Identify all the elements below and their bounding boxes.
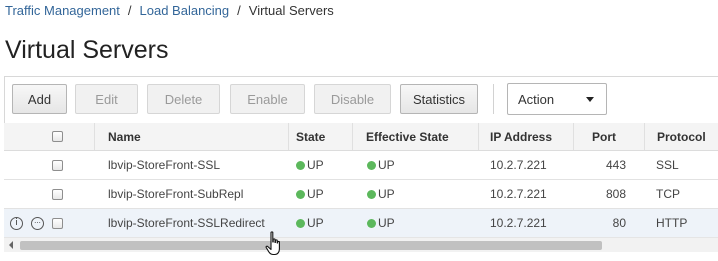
row-select-cell <box>52 180 63 208</box>
status-up-icon <box>296 189 305 199</box>
horizontal-scrollbar[interactable] <box>4 237 718 252</box>
column-separator <box>288 123 289 150</box>
row-ip-address: 10.2.7.221 <box>490 216 547 230</box>
scroll-left-arrow-icon[interactable] <box>9 241 13 249</box>
row-checkbox[interactable] <box>52 159 63 171</box>
column-header-protocol[interactable]: Protocol <box>657 123 706 150</box>
row-ip-address: 10.2.7.221 <box>490 187 547 201</box>
row-state-label: UP <box>307 187 324 201</box>
row-state-label: UP <box>307 158 324 172</box>
row-port: 443 <box>605 158 626 172</box>
status-up-icon <box>296 218 305 228</box>
column-header-effective-state[interactable]: Effective State <box>366 123 449 150</box>
column-separator <box>478 123 479 150</box>
row-protocol: TCP <box>656 187 680 201</box>
hand-pointer-cursor-icon <box>265 231 280 256</box>
row-port: 80 <box>612 216 626 230</box>
table-row[interactable]: lbvip-StoreFront-SSL UP UP 10.2.7.221 44… <box>4 151 718 180</box>
row-effective-state-label: UP <box>378 158 395 172</box>
select-all-cell <box>52 123 63 150</box>
column-separator <box>352 123 353 150</box>
virtual-servers-table: Name State Effective State IP Address Po… <box>4 123 718 238</box>
toolbar: Add Edit Delete Enable Disable Statistic… <box>4 76 718 125</box>
disable-button[interactable]: Disable <box>314 84 391 114</box>
status-up-icon <box>367 189 376 199</box>
row-checkbox[interactable] <box>52 188 63 200</box>
row-effective-state-label: UP <box>378 216 395 230</box>
row-state: UP <box>296 151 324 179</box>
column-separator <box>573 123 574 150</box>
row-state: UP <box>296 180 324 208</box>
edit-button[interactable]: Edit <box>75 84 138 114</box>
status-up-icon <box>367 160 376 170</box>
row-protocol: HTTP <box>656 216 688 230</box>
table-header-row: Name State Effective State IP Address Po… <box>4 123 718 151</box>
row-more-cell: ··· <box>31 209 44 237</box>
status-up-icon <box>296 160 305 170</box>
row-checkbox[interactable] <box>52 217 63 229</box>
info-icon[interactable]: i <box>10 216 23 230</box>
breadcrumb-load-balancing[interactable]: Load Balancing <box>140 3 230 18</box>
row-name: lbvip-StoreFront-SubRepl <box>108 187 244 201</box>
chevron-down-icon <box>586 97 594 102</box>
more-options-icon[interactable]: ··· <box>31 216 44 230</box>
row-effective-state: UP <box>367 180 395 208</box>
row-select-cell <box>52 209 63 237</box>
row-ip-address: 10.2.7.221 <box>490 158 547 172</box>
add-button[interactable]: Add <box>12 84 67 114</box>
row-effective-state-label: UP <box>378 187 395 201</box>
row-port: 808 <box>605 187 626 201</box>
row-select-cell <box>52 151 63 179</box>
breadcrumb-separator: / <box>237 3 241 18</box>
table-row[interactable]: i ··· lbvip-StoreFront-SSLRedirect UP UP… <box>4 209 718 238</box>
column-header-port[interactable]: Port <box>592 123 616 150</box>
breadcrumb-traffic-management[interactable]: Traffic Management <box>5 3 120 18</box>
breadcrumb-current: Virtual Servers <box>248 3 334 18</box>
row-effective-state: UP <box>367 151 395 179</box>
action-dropdown-label: Action <box>518 91 555 107</box>
page-title: Virtual Servers <box>5 36 169 64</box>
breadcrumb-separator: / <box>127 3 132 18</box>
row-protocol: SSL <box>656 158 679 172</box>
select-all-checkbox[interactable] <box>52 131 63 142</box>
breadcrumb: Traffic Management / Load Balancing / Virtua… <box>5 3 334 18</box>
row-name: lbvip-StoreFront-SSLRedirect <box>108 216 265 230</box>
statistics-button[interactable]: Statistics <box>400 84 478 114</box>
enable-button[interactable]: Enable <box>230 84 305 114</box>
action-dropdown[interactable]: Action <box>507 83 607 115</box>
status-up-icon <box>367 218 376 228</box>
delete-button[interactable]: Delete <box>147 84 220 114</box>
row-effective-state: UP <box>367 209 395 237</box>
row-info-cell: i <box>10 209 23 237</box>
scrollbar-thumb[interactable] <box>20 241 602 250</box>
table-row[interactable]: lbvip-StoreFront-SubRepl UP UP 10.2.7.22… <box>4 180 718 209</box>
column-header-ip-address[interactable]: IP Address <box>490 123 552 150</box>
row-state: UP <box>296 209 324 237</box>
row-state-label: UP <box>307 216 324 230</box>
toolbar-divider <box>493 84 494 114</box>
row-name: lbvip-StoreFront-SSL <box>108 158 221 172</box>
column-separator <box>94 123 95 150</box>
column-header-name[interactable]: Name <box>108 123 141 150</box>
column-separator <box>644 123 645 150</box>
column-header-state[interactable]: State <box>296 123 325 150</box>
